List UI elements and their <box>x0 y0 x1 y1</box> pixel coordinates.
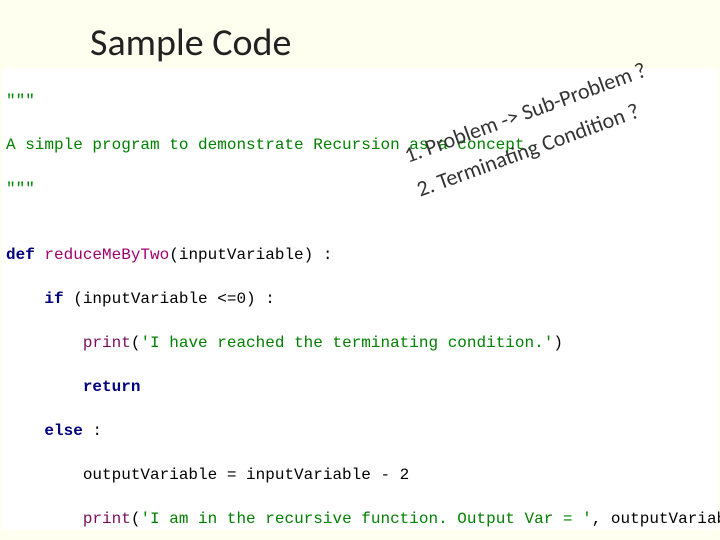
code-text: , outputVariable) <box>592 510 720 528</box>
code-text: (inputVariable <=0) : <box>73 290 275 308</box>
code-text: """ <box>6 180 35 198</box>
code-text: (inputVariable) : <box>169 246 332 264</box>
code-text: ) <box>553 334 563 352</box>
slide-title: Sample Code <box>90 20 291 66</box>
code-text: """ <box>6 92 35 110</box>
code-fn: reduceMeByTwo <box>44 246 169 264</box>
slide: Sample Code """ A simple program to demo… <box>0 0 720 540</box>
code-text: : <box>92 422 102 440</box>
code-keyword: else <box>6 422 92 440</box>
code-string: 'I am in the recursive function. Output … <box>140 510 591 528</box>
code-text: A simple program to demonstrate Recursio… <box>6 136 534 154</box>
code-string: 'I have reached the terminating conditio… <box>140 334 553 352</box>
code-keyword: return <box>6 378 140 396</box>
code-block: """ A simple program to demonstrate Recu… <box>2 68 718 530</box>
code-text: ( <box>131 510 141 528</box>
code-keyword: def <box>6 246 44 264</box>
code-keyword: if <box>6 290 73 308</box>
code-builtin: print <box>6 334 131 352</box>
code-text: outputVariable = inputVariable - 2 <box>6 466 409 484</box>
code-text: ( <box>131 334 141 352</box>
code-builtin: print <box>6 510 131 528</box>
